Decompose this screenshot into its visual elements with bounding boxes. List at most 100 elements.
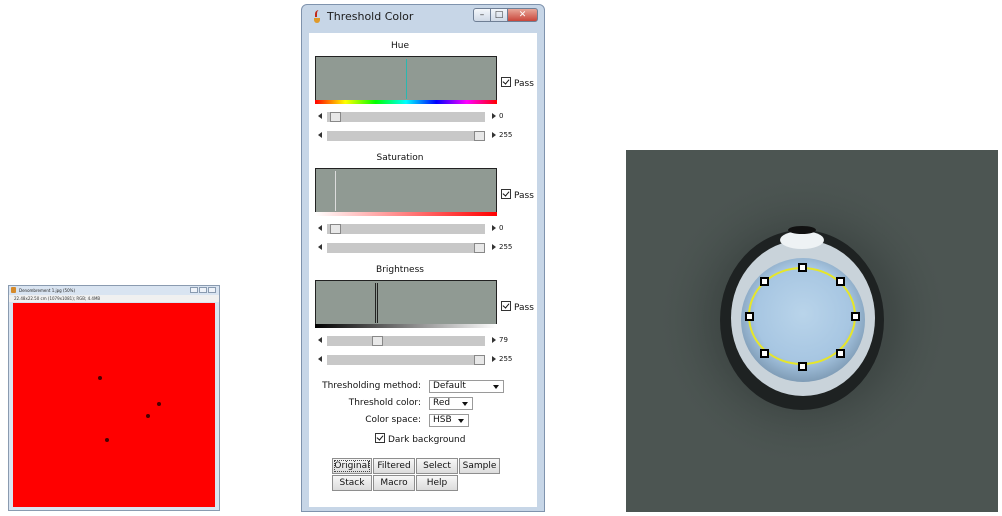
slider-track[interactable] xyxy=(327,336,485,346)
brightness-min-value: 79 xyxy=(499,336,508,344)
bead-top-shadow xyxy=(788,226,816,234)
thresholding-method-label: Thresholding method: xyxy=(322,381,421,391)
arrow-right-icon[interactable] xyxy=(492,113,496,119)
checkbox-checked-icon xyxy=(501,301,511,311)
threshold-color-select[interactable]: Red xyxy=(429,397,473,410)
arrow-left-icon[interactable] xyxy=(318,356,322,362)
slider-thumb[interactable] xyxy=(474,355,485,365)
brightness-gradient-bar xyxy=(315,324,497,328)
maximize-button[interactable] xyxy=(199,287,207,293)
arrow-right-icon[interactable] xyxy=(492,244,496,250)
minimize-button[interactable] xyxy=(190,287,198,293)
selection-handle[interactable] xyxy=(836,277,845,286)
window-title: Threshold Color xyxy=(327,10,414,23)
slider-thumb[interactable] xyxy=(372,336,383,346)
threshold-panel: Hue Pass 0 255 Saturation Pass 0 255 Bri… xyxy=(309,33,537,507)
maximize-button[interactable]: □ xyxy=(490,8,508,22)
hue-min-slider[interactable] xyxy=(315,111,497,123)
brightness-min-slider[interactable] xyxy=(315,335,497,347)
arrow-left-icon[interactable] xyxy=(318,337,322,343)
close-button[interactable]: ✕ xyxy=(507,8,538,22)
hue-pass-checkbox[interactable]: Pass xyxy=(501,77,534,89)
arrow-right-icon[interactable] xyxy=(492,132,496,138)
zoomed-image-view[interactable] xyxy=(626,150,998,512)
threshold-color-label: Threshold color: xyxy=(348,398,421,408)
saturation-min-value: 0 xyxy=(499,224,504,232)
particle xyxy=(146,414,150,418)
saturation-gradient-bar xyxy=(315,212,497,216)
brightness-pass-checkbox[interactable]: Pass xyxy=(501,301,534,313)
selection-handle[interactable] xyxy=(836,349,845,358)
saturation-marker xyxy=(335,171,336,211)
select-button[interactable]: Select xyxy=(416,458,458,474)
slider-track[interactable] xyxy=(327,243,485,253)
brightness-max-value: 255 xyxy=(499,355,513,363)
checkbox-checked-icon xyxy=(501,189,511,199)
particle xyxy=(105,438,109,442)
brightness-marker xyxy=(375,283,376,323)
arrow-right-icon[interactable] xyxy=(492,225,496,231)
hue-gradient-bar xyxy=(315,100,497,104)
saturation-pass-label: Pass xyxy=(514,191,534,201)
selection-handle[interactable] xyxy=(851,312,860,321)
saturation-min-slider[interactable] xyxy=(315,223,497,235)
selection-handle[interactable] xyxy=(798,263,807,272)
slider-track[interactable] xyxy=(327,224,485,234)
saturation-label: Saturation xyxy=(376,153,424,163)
threshold-color-window[interactable]: Threshold Color – □ ✕ Hue Pass 0 255 Sat… xyxy=(301,4,545,512)
slider-thumb[interactable] xyxy=(474,131,485,141)
slider-track[interactable] xyxy=(327,112,485,122)
hue-max-slider[interactable] xyxy=(315,130,497,142)
macro-button[interactable]: Macro xyxy=(373,475,415,491)
arrow-left-icon[interactable] xyxy=(318,225,322,231)
brightness-max-slider[interactable] xyxy=(315,354,497,366)
selection-handle[interactable] xyxy=(760,277,769,286)
chevron-down-icon xyxy=(458,419,464,423)
minimize-button[interactable]: – xyxy=(473,8,491,22)
threshold-window-titlebar[interactable]: Threshold Color – □ ✕ xyxy=(302,5,544,29)
selection-handle[interactable] xyxy=(760,349,769,358)
brightness-pass-label: Pass xyxy=(514,303,534,313)
image-canvas[interactable] xyxy=(13,303,215,507)
help-button[interactable]: Help xyxy=(416,475,458,491)
slider-track[interactable] xyxy=(327,131,485,141)
chevron-down-icon xyxy=(493,385,499,389)
slider-thumb[interactable] xyxy=(330,224,341,234)
stack-button[interactable]: Stack xyxy=(332,475,372,491)
saturation-pass-checkbox[interactable]: Pass xyxy=(501,189,534,201)
close-button[interactable] xyxy=(208,287,216,293)
chevron-down-icon xyxy=(462,402,468,406)
particle xyxy=(98,376,102,380)
arrow-right-icon[interactable] xyxy=(492,356,496,362)
checkbox-checked-icon xyxy=(375,433,385,443)
image-window-titlebar[interactable]: Denombrement 1.jpg (50%) xyxy=(9,286,219,295)
hue-min-value: 0 xyxy=(499,112,504,120)
hue-marker xyxy=(406,59,407,99)
saturation-max-slider[interactable] xyxy=(315,242,497,254)
color-space-select[interactable]: HSB xyxy=(429,414,469,427)
threshold-color-value: Red xyxy=(433,398,451,408)
checkbox-checked-icon xyxy=(501,77,511,87)
selection-handle[interactable] xyxy=(798,362,807,371)
dark-background-checkbox[interactable]: Dark background xyxy=(375,433,465,445)
arrow-right-icon[interactable] xyxy=(492,337,496,343)
arrow-left-icon[interactable] xyxy=(318,244,322,250)
image-window[interactable]: Denombrement 1.jpg (50%) 22.48x22.50 cm … xyxy=(8,285,220,511)
zoomed-image xyxy=(626,150,998,512)
thresholding-method-row: Thresholding method: xyxy=(309,381,421,395)
selection-handle[interactable] xyxy=(745,312,754,321)
original-button[interactable]: Original xyxy=(332,458,372,474)
filtered-button[interactable]: Filtered xyxy=(373,458,415,474)
image-window-title: Denombrement 1.jpg (50%) xyxy=(19,288,75,293)
slider-thumb[interactable] xyxy=(474,243,485,253)
slider-track[interactable] xyxy=(327,355,485,365)
java-cup-icon xyxy=(11,287,16,293)
arrow-left-icon[interactable] xyxy=(318,113,322,119)
sample-button[interactable]: Sample xyxy=(459,458,500,474)
thresholding-method-select[interactable]: Default xyxy=(429,380,504,393)
particle xyxy=(157,402,161,406)
brightness-marker xyxy=(377,283,378,323)
slider-thumb[interactable] xyxy=(330,112,341,122)
color-space-value: HSB xyxy=(433,415,452,425)
arrow-left-icon[interactable] xyxy=(318,132,322,138)
